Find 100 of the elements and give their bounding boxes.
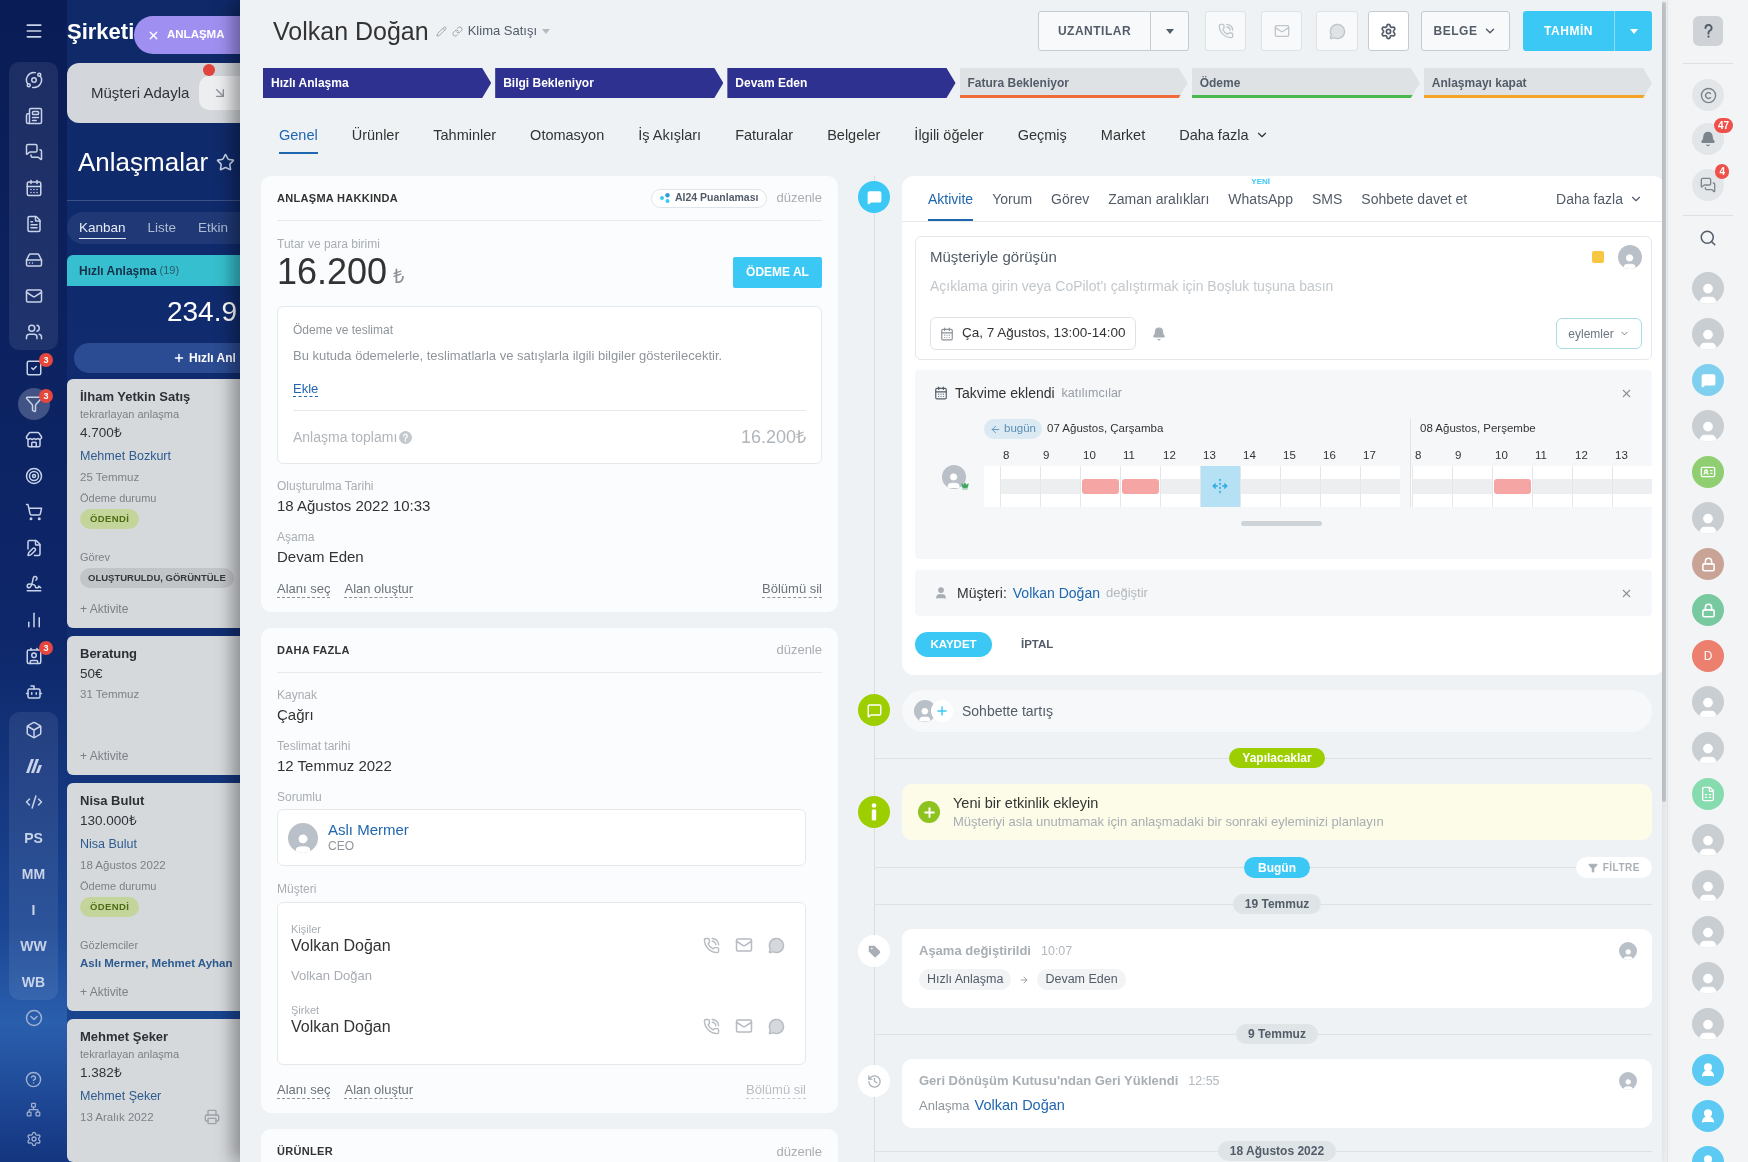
document-icon[interactable]: [1692, 778, 1724, 810]
plus-icon[interactable]: [931, 700, 953, 722]
chevron-down-icon[interactable]: [24, 1009, 43, 1027]
avatar[interactable]: [1692, 318, 1724, 350]
more-tabs-button[interactable]: Daha fazla: [1556, 190, 1643, 221]
avatar[interactable]: [1692, 916, 1724, 948]
pipeline-stage[interactable]: Ödeme: [1191, 68, 1420, 98]
id-card-icon[interactable]: [1692, 456, 1724, 488]
ai-score-button[interactable]: AI24 Puanlaması: [651, 188, 768, 208]
avatar[interactable]: [1692, 502, 1724, 534]
client-link[interactable]: Volkan Doğan: [1012, 582, 1100, 604]
add-activity-card[interactable]: Yeni bir etkinlik ekleyin Müşteriyi asla unutmamak için anlaşmadaki bir sonraki eyleminizi planlayın: [902, 784, 1652, 840]
printer-icon[interactable]: [204, 1109, 220, 1125]
time-slot[interactable]: [1040, 466, 1080, 507]
person-icon[interactable]: [1692, 1054, 1724, 1086]
pipeline-stage[interactable]: Anlaşmayı kapat: [1423, 68, 1653, 98]
section-tab[interactable]: Market: [1100, 118, 1146, 154]
activity-tab[interactable]: Aktivite: [928, 190, 974, 221]
section-tab[interactable]: Genel: [279, 118, 318, 154]
pipeline-stage[interactable]: Hızlı Anlaşma: [263, 68, 492, 98]
section-tab[interactable]: Belgeler: [827, 118, 881, 154]
help-icon[interactable]: [399, 430, 413, 444]
section-tab[interactable]: Otomasyon: [530, 118, 605, 154]
date-field[interactable]: Ça, 7 Ağustos, 13:00-14:00: [930, 317, 1136, 350]
contact-link[interactable]: Nisa Bulut: [80, 832, 137, 856]
lock-icon[interactable]: [1692, 594, 1724, 626]
app-shortcut[interactable]: MM: [17, 865, 50, 883]
time-slot[interactable]: [1320, 466, 1360, 507]
extensions-button[interactable]: UZANTILAR: [1038, 11, 1151, 51]
sitemap-icon[interactable]: [26, 1101, 41, 1117]
time-slot[interactable]: [1360, 466, 1400, 507]
help-icon[interactable]: [25, 1070, 42, 1088]
deal-card[interactable]: Mehmet Şeker tekrarlayan anlaşma 1.382₺ Mehmet Şeker 13 Aralık 2022: [67, 1019, 240, 1162]
time-slot[interactable]: [1532, 466, 1572, 507]
actions-button[interactable]: eylemler: [1556, 318, 1642, 349]
settings-button[interactable]: [1368, 11, 1409, 51]
avatar[interactable]: [1692, 686, 1724, 718]
activity-tab[interactable]: WhatsApp: [1228, 190, 1293, 221]
messages-button[interactable]: [1692, 169, 1724, 201]
app-shortcut[interactable]: WB: [17, 973, 50, 991]
time-slot[interactable]: [1160, 466, 1200, 507]
lock-icon[interactable]: [1692, 548, 1724, 580]
avatar[interactable]: [1692, 824, 1724, 856]
star-icon[interactable]: [216, 152, 236, 172]
settings-icon[interactable]: [25, 1131, 42, 1147]
time-slot[interactable]: [1492, 466, 1532, 507]
search-icon[interactable]: [1699, 229, 1717, 247]
leads-button[interactable]: Müşteri Adayla: [67, 63, 240, 123]
time-slot[interactable]: [1000, 466, 1040, 507]
deal-card[interactable]: İlham Yetkin Satış tekrarlayan anlaşma 4.700₺ Mehmet Bozkurt 25 Temmuz Ödeme durumu ÖDENDİ Görev OLUŞTURULDU, GÖRÜNTÜLE + Aktivite: [67, 379, 240, 628]
email-button[interactable]: [1261, 11, 1302, 51]
app-shortcut[interactable]: I: [27, 901, 40, 919]
more-tabs-button[interactable]: Daha fazla: [1179, 118, 1269, 144]
time-slot[interactable]: [1200, 466, 1240, 507]
assistant-button[interactable]: [1692, 79, 1724, 111]
nav-item[interactable]: [17, 388, 50, 420]
help-button[interactable]: [1693, 16, 1723, 46]
estimate-menu-button[interactable]: [1614, 11, 1652, 51]
color-swatch-icon[interactable]: [1592, 251, 1604, 263]
phone-icon[interactable]: [703, 1017, 720, 1035]
time-slot[interactable]: [1412, 466, 1452, 507]
section-tab[interactable]: İş Akışları: [638, 118, 702, 154]
section-tab[interactable]: Ürünler: [351, 118, 400, 154]
section-tab[interactable]: Tahminler: [433, 118, 497, 154]
bell-icon[interactable]: [1151, 326, 1166, 341]
action-link[interactable]: Alanı seç: [277, 1081, 331, 1099]
pipeline-stage[interactable]: Fatura Bekleniyor: [959, 68, 1188, 98]
time-slot[interactable]: [1612, 466, 1652, 507]
avatar[interactable]: [1692, 732, 1724, 764]
avatar[interactable]: [1692, 272, 1724, 304]
view-tab[interactable]: Liste: [147, 217, 177, 239]
link-icon[interactable]: [451, 25, 463, 37]
action-link[interactable]: Alan oluştur: [344, 1081, 414, 1099]
pipeline-stage[interactable]: Bilgi Bekleniyor: [495, 68, 724, 98]
pencil-icon[interactable]: [435, 25, 447, 37]
time-slot[interactable]: [1452, 466, 1492, 507]
time-slot[interactable]: [1280, 466, 1320, 507]
mail-icon[interactable]: [735, 1017, 753, 1035]
chat-bubble-icon[interactable]: [1692, 364, 1724, 396]
deal-card[interactable]: Beratung 50€ 31 Temmuz + Aktivite: [67, 636, 240, 775]
add-link[interactable]: Ekle: [293, 381, 319, 397]
activity-tab[interactable]: SMS: [1311, 190, 1343, 221]
time-slot[interactable]: [1080, 466, 1120, 507]
section-tab[interactable]: Geçmiş: [1017, 118, 1067, 154]
subject-field[interactable]: Müşteriyle görüşün: [930, 247, 1057, 267]
section-tab[interactable]: İlgili öğeler: [914, 118, 984, 154]
observer-names[interactable]: Aslı Mermer, Mehmet Ayhan: [80, 955, 233, 971]
quick-deal-button[interactable]: Hızlı Anl: [74, 343, 240, 373]
avatar[interactable]: [1692, 410, 1724, 442]
extensions-menu-button[interactable]: [1151, 11, 1189, 51]
action-link[interactable]: Alan oluştur: [344, 580, 414, 598]
time-slot[interactable]: [1240, 466, 1280, 507]
app-shortcut[interactable]: WW: [16, 937, 51, 955]
pipeline-stage[interactable]: Devam Eden: [727, 68, 956, 98]
avatar[interactable]: [1692, 870, 1724, 902]
scrollbar-thumb[interactable]: [1241, 521, 1322, 526]
cancel-button[interactable]: İPTAL: [1021, 635, 1054, 654]
app-shortcut[interactable]: PS: [20, 829, 47, 847]
time-slot[interactable]: [1120, 466, 1160, 507]
call-button[interactable]: [1205, 11, 1246, 51]
